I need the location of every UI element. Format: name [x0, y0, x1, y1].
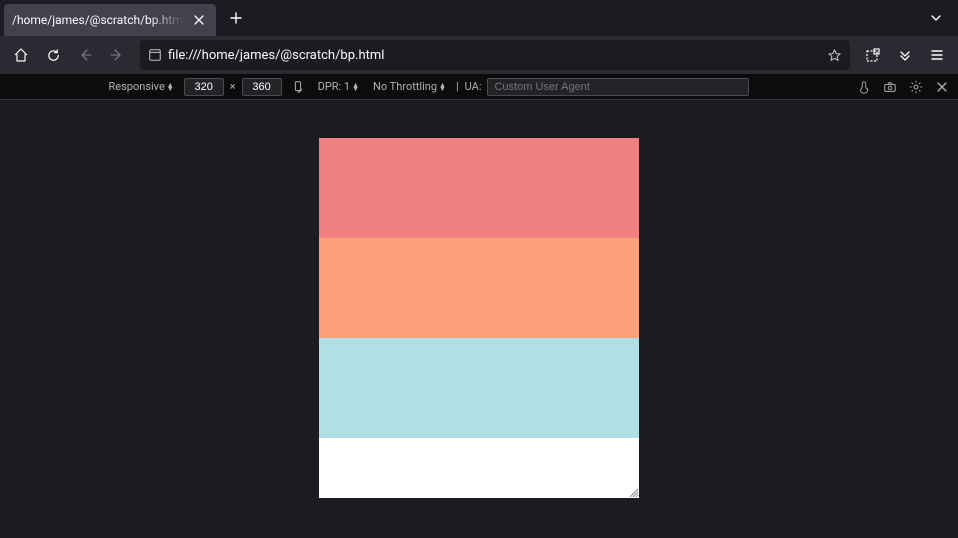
forward-button[interactable]: [102, 40, 132, 70]
content-stripe-2: [319, 238, 639, 338]
content-stripe-3: [319, 338, 639, 438]
rdm-toolbar: Responsive ▲▼ × DPR: 1 ▲▼ No Throttling …: [0, 74, 958, 100]
navigation-toolbar: file:///home/james/@scratch/bp.html: [0, 36, 958, 74]
url-bar[interactable]: file:///home/james/@scratch/bp.html: [140, 40, 850, 70]
dpr-label: DPR: 1: [318, 80, 351, 93]
dimension-separator: ×: [230, 80, 236, 93]
viewport-height-input[interactable]: [242, 78, 282, 96]
list-tabs-button[interactable]: [922, 4, 950, 32]
ua-label: UA:: [465, 80, 482, 93]
viewport-area: [0, 100, 958, 538]
touch-simulation-button[interactable]: [854, 77, 874, 97]
app-menu-button[interactable]: [922, 40, 952, 70]
select-chevrons-icon: ▲▼: [167, 83, 174, 91]
tab-strip: /home/james/@scratch/bp.html: [0, 0, 958, 36]
ua-input[interactable]: [487, 78, 749, 96]
new-tab-button[interactable]: [222, 4, 250, 32]
close-tab-button[interactable]: [190, 11, 208, 29]
viewport-width-input[interactable]: [184, 78, 224, 96]
rdm-close-button[interactable]: [932, 77, 952, 97]
bookmark-star-icon[interactable]: [827, 48, 842, 63]
browser-tab[interactable]: /home/james/@scratch/bp.html: [4, 4, 216, 36]
resize-handle[interactable]: [627, 486, 639, 498]
back-button[interactable]: [70, 40, 100, 70]
url-text: file:///home/james/@scratch/bp.html: [168, 48, 821, 63]
throttling-select[interactable]: No Throttling ▲▼: [369, 78, 450, 95]
extension-button[interactable]: [858, 40, 888, 70]
rdm-settings-button[interactable]: [906, 77, 926, 97]
device-viewport[interactable]: [319, 138, 639, 498]
device-select[interactable]: Responsive ▲▼: [105, 78, 178, 95]
rotate-viewport-button[interactable]: [288, 77, 308, 97]
screenshot-button[interactable]: [880, 77, 900, 97]
tab-title: /home/james/@scratch/bp.html: [12, 13, 184, 27]
dpr-select[interactable]: DPR: 1 ▲▼: [314, 78, 363, 95]
overflow-menu-button[interactable]: [890, 40, 920, 70]
throttling-label: No Throttling: [373, 80, 437, 93]
page-info-icon[interactable]: [148, 48, 162, 62]
reload-button[interactable]: [38, 40, 68, 70]
home-button[interactable]: [6, 40, 36, 70]
content-stripe-4: [319, 438, 639, 498]
content-stripe-1: [319, 138, 639, 238]
select-chevrons-icon: ▲▼: [439, 83, 446, 91]
select-chevrons-icon: ▲▼: [352, 83, 359, 91]
device-select-label: Responsive: [109, 80, 165, 93]
